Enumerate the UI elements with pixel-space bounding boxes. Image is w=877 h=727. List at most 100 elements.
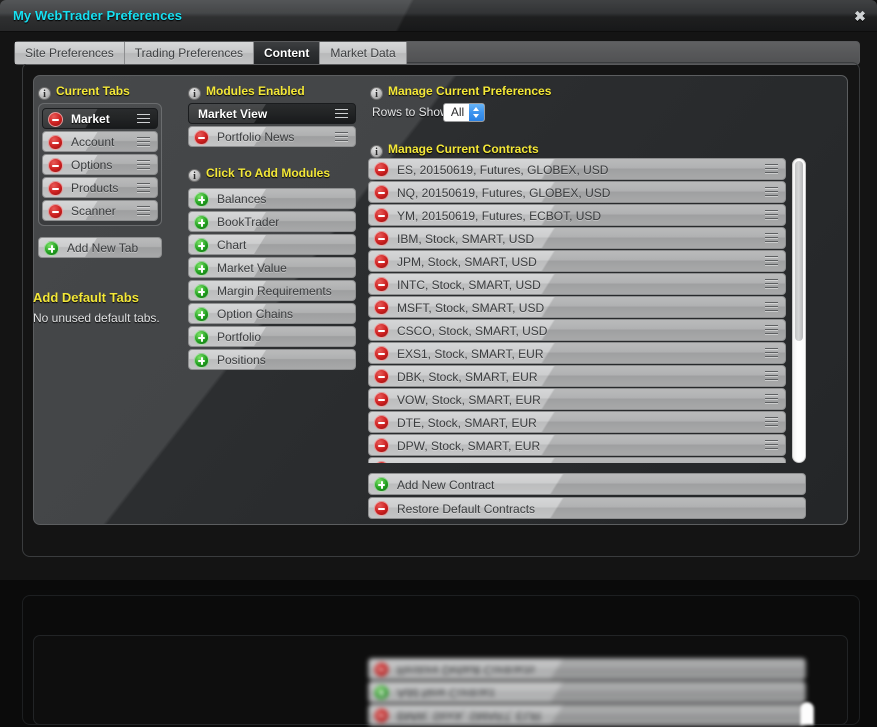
close-icon[interactable]: ✖ xyxy=(851,8,869,25)
drag-handle-icon[interactable] xyxy=(765,417,778,428)
list-item-contract[interactable]: MSFT, Stock, SMART, USD xyxy=(368,296,786,318)
tab-market-data[interactable]: Market Data xyxy=(320,42,407,64)
remove-icon[interactable] xyxy=(194,130,209,145)
drag-handle-icon[interactable] xyxy=(765,371,778,382)
remove-icon[interactable] xyxy=(48,181,63,196)
drag-handle-icon[interactable] xyxy=(137,114,150,125)
restore-default-contracts-button[interactable]: Restore Default Contracts xyxy=(368,497,806,519)
preferences-dialog: My WebTrader Preferences ✖ Site Preferen… xyxy=(0,0,877,580)
contracts-scrollbar[interactable] xyxy=(792,158,806,463)
remove-icon[interactable] xyxy=(374,162,389,177)
drag-handle-icon[interactable] xyxy=(137,160,150,171)
drag-handle-icon[interactable] xyxy=(765,325,778,336)
remove-icon[interactable] xyxy=(374,415,389,430)
scrollbar-thumb[interactable] xyxy=(795,161,803,341)
remove-icon xyxy=(374,708,389,723)
add-new-contract-label: Add New Contract xyxy=(397,478,495,492)
list-item-add-module[interactable]: Option Chains xyxy=(188,303,356,324)
rows-to-show-select[interactable]: All xyxy=(443,103,485,122)
list-item-contract[interactable]: YM, 20150619, Futures, ECBOT, USD xyxy=(368,204,786,226)
list-item-module-enabled[interactable]: Market View xyxy=(188,103,356,124)
list-item-module-enabled[interactable]: Portfolio News xyxy=(188,126,356,147)
drag-handle-icon[interactable] xyxy=(137,183,150,194)
list-item-contract[interactable]: EXS1, Stock, SMART, EUR xyxy=(368,342,786,364)
drag-handle-icon[interactable] xyxy=(335,109,348,120)
remove-icon[interactable] xyxy=(374,323,389,338)
list-item-label: Balances xyxy=(217,192,267,206)
modules-enabled-heading-label: Modules Enabled xyxy=(206,84,305,98)
list-item-contract[interactable]: ES, 20150619, Futures, GLOBEX, USD xyxy=(368,158,786,180)
tab-content[interactable]: Content xyxy=(254,42,321,64)
remove-icon[interactable] xyxy=(48,158,63,173)
remove-icon[interactable] xyxy=(48,135,63,150)
available-modules-list: Balances BookTrader Chart Market Value M… xyxy=(188,188,356,372)
list-item-current-tab[interactable]: Products xyxy=(42,177,158,198)
drag-handle-icon[interactable] xyxy=(335,132,348,143)
list-item-add-module[interactable]: Market Value xyxy=(188,257,356,278)
drag-handle-icon[interactable] xyxy=(765,279,778,290)
list-item-contract[interactable]: CSCO, Stock, SMART, USD xyxy=(368,319,786,341)
list-item-label: Positions xyxy=(217,353,266,367)
reflection-row-label: BMW, Stock, SMART, EUR xyxy=(397,709,542,723)
row-glare xyxy=(189,189,355,208)
list-item-label: CSCO, Stock, SMART, USD xyxy=(397,324,548,338)
list-item-label: INTC, Stock, SMART, USD xyxy=(397,278,541,292)
list-item-contract[interactable]: BMW, Stock, SMART, EUR xyxy=(368,457,786,463)
reflection-row: BMW, Stock, SMART, EUR xyxy=(368,704,806,726)
list-item-current-tab[interactable]: Options xyxy=(42,154,158,175)
remove-icon[interactable] xyxy=(374,208,389,223)
stepper-arrows-icon[interactable] xyxy=(469,104,484,121)
remove-icon[interactable] xyxy=(48,204,63,219)
list-item-contract[interactable]: DTE, Stock, SMART, EUR xyxy=(368,411,786,433)
list-item-add-module[interactable]: Balances xyxy=(188,188,356,209)
list-item-add-module[interactable]: BookTrader xyxy=(188,211,356,232)
add-icon xyxy=(374,685,389,700)
list-item-contract[interactable]: INTC, Stock, SMART, USD xyxy=(368,273,786,295)
list-item-contract[interactable]: IBM, Stock, SMART, USD xyxy=(368,227,786,249)
remove-icon[interactable] xyxy=(374,254,389,269)
list-item-label: Account xyxy=(71,135,115,149)
remove-icon[interactable] xyxy=(374,185,389,200)
drag-handle-icon[interactable] xyxy=(765,440,778,451)
drag-handle-icon[interactable] xyxy=(765,233,778,244)
modules-enabled-heading: i Modules Enabled xyxy=(188,84,305,100)
list-item-contract[interactable]: NQ, 20150619, Futures, GLOBEX, USD xyxy=(368,181,786,203)
tab-trading-preferences[interactable]: Trading Preferences xyxy=(124,42,254,64)
remove-icon[interactable] xyxy=(374,231,389,246)
drag-handle-icon[interactable] xyxy=(765,302,778,313)
remove-icon[interactable] xyxy=(374,300,389,315)
add-icon xyxy=(194,215,209,230)
list-item-contract[interactable]: JPM, Stock, SMART, USD xyxy=(368,250,786,272)
remove-icon[interactable] xyxy=(374,461,389,463)
list-item-contract[interactable]: VOW, Stock, SMART, EUR xyxy=(368,388,786,410)
list-item-add-module[interactable]: Portfolio xyxy=(188,326,356,347)
list-item-add-module[interactable]: Positions xyxy=(188,349,356,370)
list-item-contract[interactable]: DPW, Stock, SMART, EUR xyxy=(368,434,786,456)
list-item-add-module[interactable]: Margin Requirements xyxy=(188,280,356,301)
list-item-label: DTE, Stock, SMART, EUR xyxy=(397,416,537,430)
drag-handle-icon[interactable] xyxy=(137,137,150,148)
current-tabs-heading-label: Current Tabs xyxy=(56,84,130,98)
remove-icon[interactable] xyxy=(374,346,389,361)
remove-icon[interactable] xyxy=(374,438,389,453)
drag-handle-icon[interactable] xyxy=(765,210,778,221)
drag-handle-icon[interactable] xyxy=(765,348,778,359)
remove-icon[interactable] xyxy=(48,112,63,127)
drag-handle-icon[interactable] xyxy=(765,187,778,198)
tab-site-preferences[interactable]: Site Preferences xyxy=(15,42,125,64)
list-item-contract[interactable]: DBK, Stock, SMART, EUR xyxy=(368,365,786,387)
list-item-current-tab[interactable]: Scanner xyxy=(42,200,158,221)
drag-handle-icon[interactable] xyxy=(765,164,778,175)
list-item-add-module[interactable]: Chart xyxy=(188,234,356,255)
drag-handle-icon[interactable] xyxy=(137,206,150,217)
list-item-label: JPM, Stock, SMART, USD xyxy=(397,255,537,269)
remove-icon[interactable] xyxy=(374,369,389,384)
drag-handle-icon[interactable] xyxy=(765,256,778,267)
list-item-current-tab[interactable]: Account xyxy=(42,131,158,152)
remove-icon[interactable] xyxy=(374,392,389,407)
list-item-current-tab[interactable]: Market xyxy=(42,108,158,129)
add-new-tab-button[interactable]: Add New Tab xyxy=(38,237,162,258)
remove-icon[interactable] xyxy=(374,277,389,292)
drag-handle-icon[interactable] xyxy=(765,394,778,405)
add-new-contract-button[interactable]: Add New Contract xyxy=(368,473,806,495)
